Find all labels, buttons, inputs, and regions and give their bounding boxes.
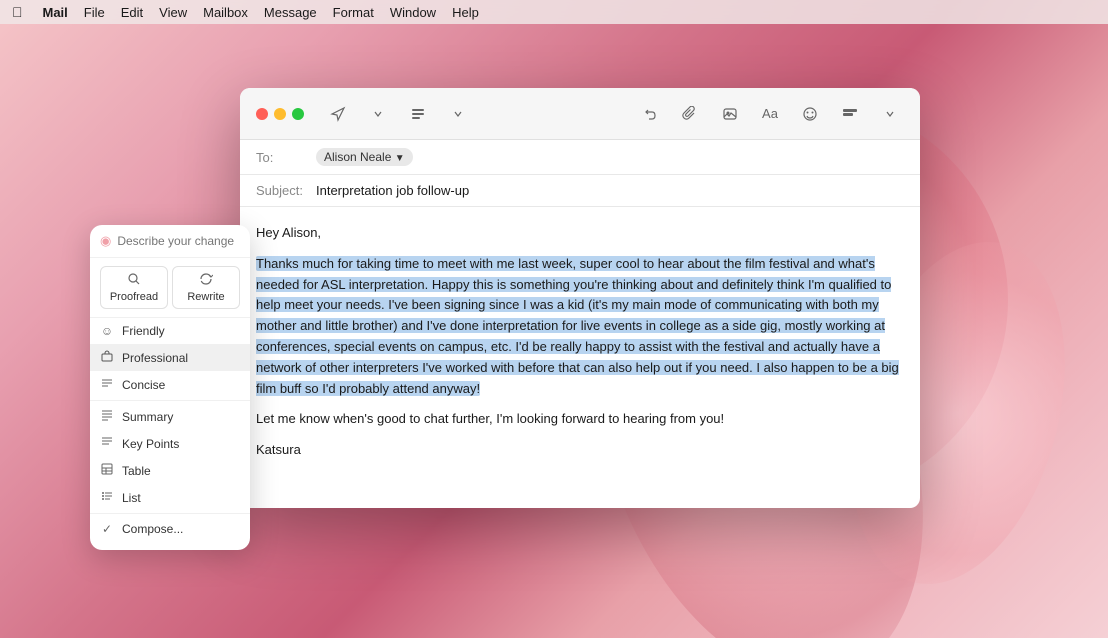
font-icon[interactable]: Aa	[756, 100, 784, 128]
ai-menu-professional[interactable]: Professional	[90, 344, 250, 371]
menubar-edit[interactable]: Edit	[121, 5, 143, 20]
signature: Katsura	[256, 440, 904, 461]
key-points-label: Key Points	[122, 437, 179, 451]
ai-menu-summary[interactable]: Summary	[90, 403, 250, 430]
ai-describe-input[interactable]	[117, 234, 240, 248]
menubar:  Mail File Edit View Mailbox Message Fo…	[0, 0, 1108, 24]
desktop:  Mail File Edit View Mailbox Message Fo…	[0, 0, 1108, 638]
menubar-help[interactable]: Help	[452, 5, 479, 20]
rewrite-button[interactable]: Rewrite	[172, 266, 240, 309]
selected-text: Thanks much for taking time to meet with…	[256, 256, 899, 396]
recipient-name: Alison Neale	[324, 150, 391, 164]
professional-icon	[100, 350, 114, 365]
to-label: To:	[256, 150, 316, 165]
friendly-icon: ☺	[100, 324, 114, 338]
recipient-chip[interactable]: Alison Neale ▼	[316, 148, 413, 166]
fullscreen-button[interactable]	[292, 108, 304, 120]
divider-1	[90, 400, 250, 401]
greeting: Hey Alison,	[256, 223, 904, 244]
friendly-label: Friendly	[122, 324, 165, 338]
divider-2	[90, 513, 250, 514]
menubar-window[interactable]: Window	[390, 5, 436, 20]
concise-label: Concise	[122, 378, 165, 392]
recipient-dropdown-icon[interactable]: ▼	[395, 153, 405, 164]
layout-icon[interactable]	[404, 100, 432, 128]
menubar-message[interactable]: Message	[264, 5, 317, 20]
subject-value[interactable]: Interpretation job follow-up	[316, 183, 469, 198]
more-icon[interactable]	[836, 100, 864, 128]
undo-icon[interactable]	[636, 100, 664, 128]
professional-label: Professional	[122, 351, 188, 365]
ai-menu-compose[interactable]: ✓ Compose...	[90, 516, 250, 542]
menubar-view[interactable]: View	[159, 5, 187, 20]
close-button[interactable]	[256, 108, 268, 120]
ai-menu-key-points[interactable]: Key Points	[90, 430, 250, 457]
summary-label: Summary	[122, 410, 173, 424]
compose-label: Compose...	[122, 522, 183, 536]
send-icon[interactable]	[324, 100, 352, 128]
subject-field: Subject: Interpretation job follow-up	[240, 175, 920, 207]
body-paragraph-2: Let me know when's good to chat further,…	[256, 409, 904, 430]
ai-menu-friendly[interactable]: ☺ Friendly	[90, 318, 250, 344]
concise-icon	[100, 377, 114, 392]
layout-dropdown-icon[interactable]	[444, 100, 472, 128]
emoji-icon[interactable]	[796, 100, 824, 128]
send-dropdown-icon[interactable]	[364, 100, 392, 128]
traffic-lights	[256, 108, 304, 120]
mail-body[interactable]: Hey Alison, Thanks much for taking time …	[240, 207, 920, 508]
list-label: List	[122, 491, 141, 505]
apple-menu[interactable]: 	[12, 4, 23, 20]
menubar-mailbox[interactable]: Mailbox	[203, 5, 248, 20]
menubar-file[interactable]: File	[84, 5, 105, 20]
subject-label: Subject:	[256, 183, 316, 198]
list-icon	[100, 490, 114, 505]
table-label: Table	[122, 464, 151, 478]
attachment-icon[interactable]	[676, 100, 704, 128]
minimize-button[interactable]	[274, 108, 286, 120]
summary-icon	[100, 409, 114, 424]
compose-area: To: Alison Neale ▼ Subject: Interpretati…	[240, 140, 920, 207]
more-dropdown-icon[interactable]	[876, 100, 904, 128]
ai-action-buttons: Proofread Rewrite	[90, 258, 250, 318]
ai-writing-popup: ◉ Proofread	[90, 225, 250, 550]
proofread-label: Proofread	[110, 291, 158, 303]
ai-search-bar: ◉	[90, 225, 250, 258]
body-paragraph-1: Thanks much for taking time to meet with…	[256, 254, 904, 400]
key-points-icon	[100, 436, 114, 451]
table-icon	[100, 463, 114, 478]
rewrite-label: Rewrite	[187, 291, 224, 303]
proofread-icon	[127, 272, 141, 289]
ai-menu-concise[interactable]: Concise	[90, 371, 250, 398]
ai-menu-table[interactable]: Table	[90, 457, 250, 484]
mail-window: Aa To:	[240, 88, 920, 508]
ai-search-icon: ◉	[100, 233, 111, 249]
ai-menu-list[interactable]: List	[90, 484, 250, 511]
rewrite-icon	[199, 272, 213, 289]
menubar-format[interactable]: Format	[333, 5, 374, 20]
compose-checkmark-icon: ✓	[100, 522, 114, 536]
photo-icon[interactable]	[716, 100, 744, 128]
menubar-mail[interactable]: Mail	[43, 5, 68, 20]
to-field: To: Alison Neale ▼	[240, 140, 920, 175]
mail-toolbar: Aa	[240, 88, 920, 140]
proofread-button[interactable]: Proofread	[100, 266, 168, 309]
